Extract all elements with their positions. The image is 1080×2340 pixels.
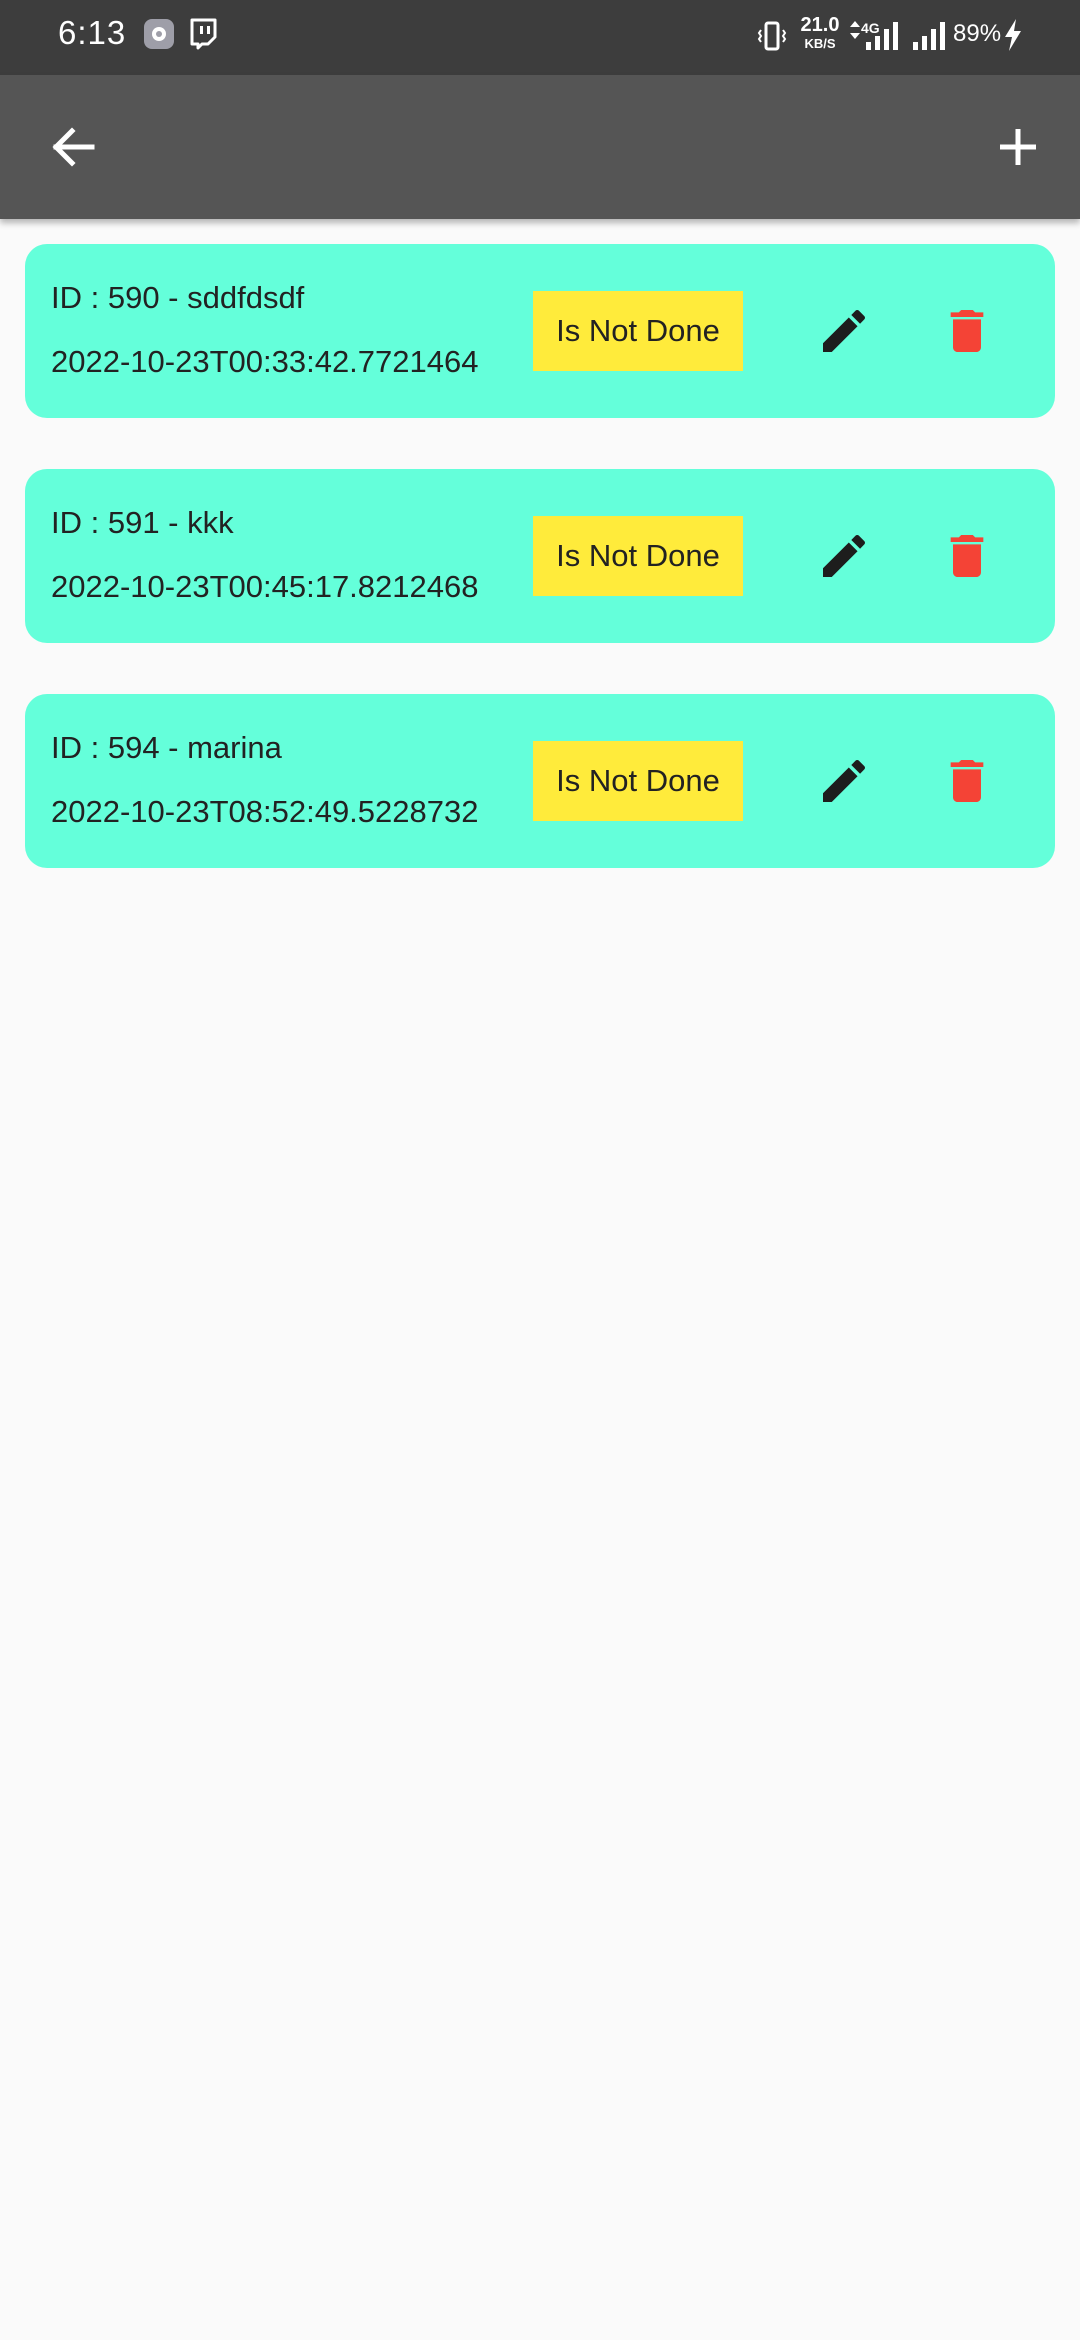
back-button[interactable]	[32, 107, 112, 187]
todo-date: 2022-10-23T08:52:49.5228732	[51, 794, 479, 829]
status-time: 6:13	[58, 14, 127, 51]
toggle-status-button[interactable]: Is Not Done	[533, 291, 743, 371]
trash-icon	[950, 310, 984, 352]
delete-button[interactable]	[927, 516, 1007, 596]
todo-card: ID : 591 - kkk 2022-10-23T00:45:17.82124…	[25, 469, 1055, 643]
net-speed: 21.0 KB/S	[798, 15, 842, 50]
trash-icon	[950, 535, 984, 577]
delete-button[interactable]	[927, 291, 1007, 371]
todo-title: ID : 591 - kkk	[51, 505, 234, 540]
battery-percent: 89%	[953, 20, 1002, 47]
todo-card: ID : 590 - sddfdsdf 2022-10-23T00:33:42.…	[25, 244, 1055, 418]
pencil-icon	[823, 759, 866, 802]
edit-button[interactable]	[804, 291, 884, 371]
settings-notification-icon	[144, 19, 174, 49]
data-arrows-icon	[850, 21, 860, 39]
todo-list: ID : 590 - sddfdsdf 2022-10-23T00:33:42.…	[25, 244, 1055, 919]
vibrate-icon	[757, 21, 787, 51]
status-bar: 6:13 21.0 KB/S 4G 89%	[0, 0, 1080, 75]
net-speed-unit: KB/S	[804, 36, 836, 51]
arrow-back-icon	[52, 127, 95, 167]
toggle-status-button[interactable]: Is Not Done	[533, 741, 743, 821]
signal-strength-2-icon	[913, 22, 945, 50]
todo-card: ID : 594 - marina 2022-10-23T08:52:49.52…	[25, 694, 1055, 868]
pencil-icon	[823, 534, 866, 577]
todo-title: ID : 590 - sddfdsdf	[51, 280, 305, 315]
charging-icon	[1005, 19, 1021, 51]
todo-title: ID : 594 - marina	[51, 730, 282, 765]
signal-strength-icon	[866, 22, 898, 50]
todo-date: 2022-10-23T00:45:17.8212468	[51, 569, 479, 604]
add-todo-button[interactable]	[978, 107, 1058, 187]
twitch-notification-icon	[190, 18, 217, 50]
toggle-status-button[interactable]: Is Not Done	[533, 516, 743, 596]
plus-icon	[1000, 129, 1036, 165]
pencil-icon	[823, 309, 866, 352]
delete-button[interactable]	[927, 741, 1007, 821]
app-bar	[0, 75, 1080, 219]
edit-button[interactable]	[804, 516, 884, 596]
trash-icon	[950, 760, 984, 802]
edit-button[interactable]	[804, 741, 884, 821]
net-speed-value: 21.0	[800, 14, 840, 36]
todo-date: 2022-10-23T00:33:42.7721464	[51, 344, 479, 379]
